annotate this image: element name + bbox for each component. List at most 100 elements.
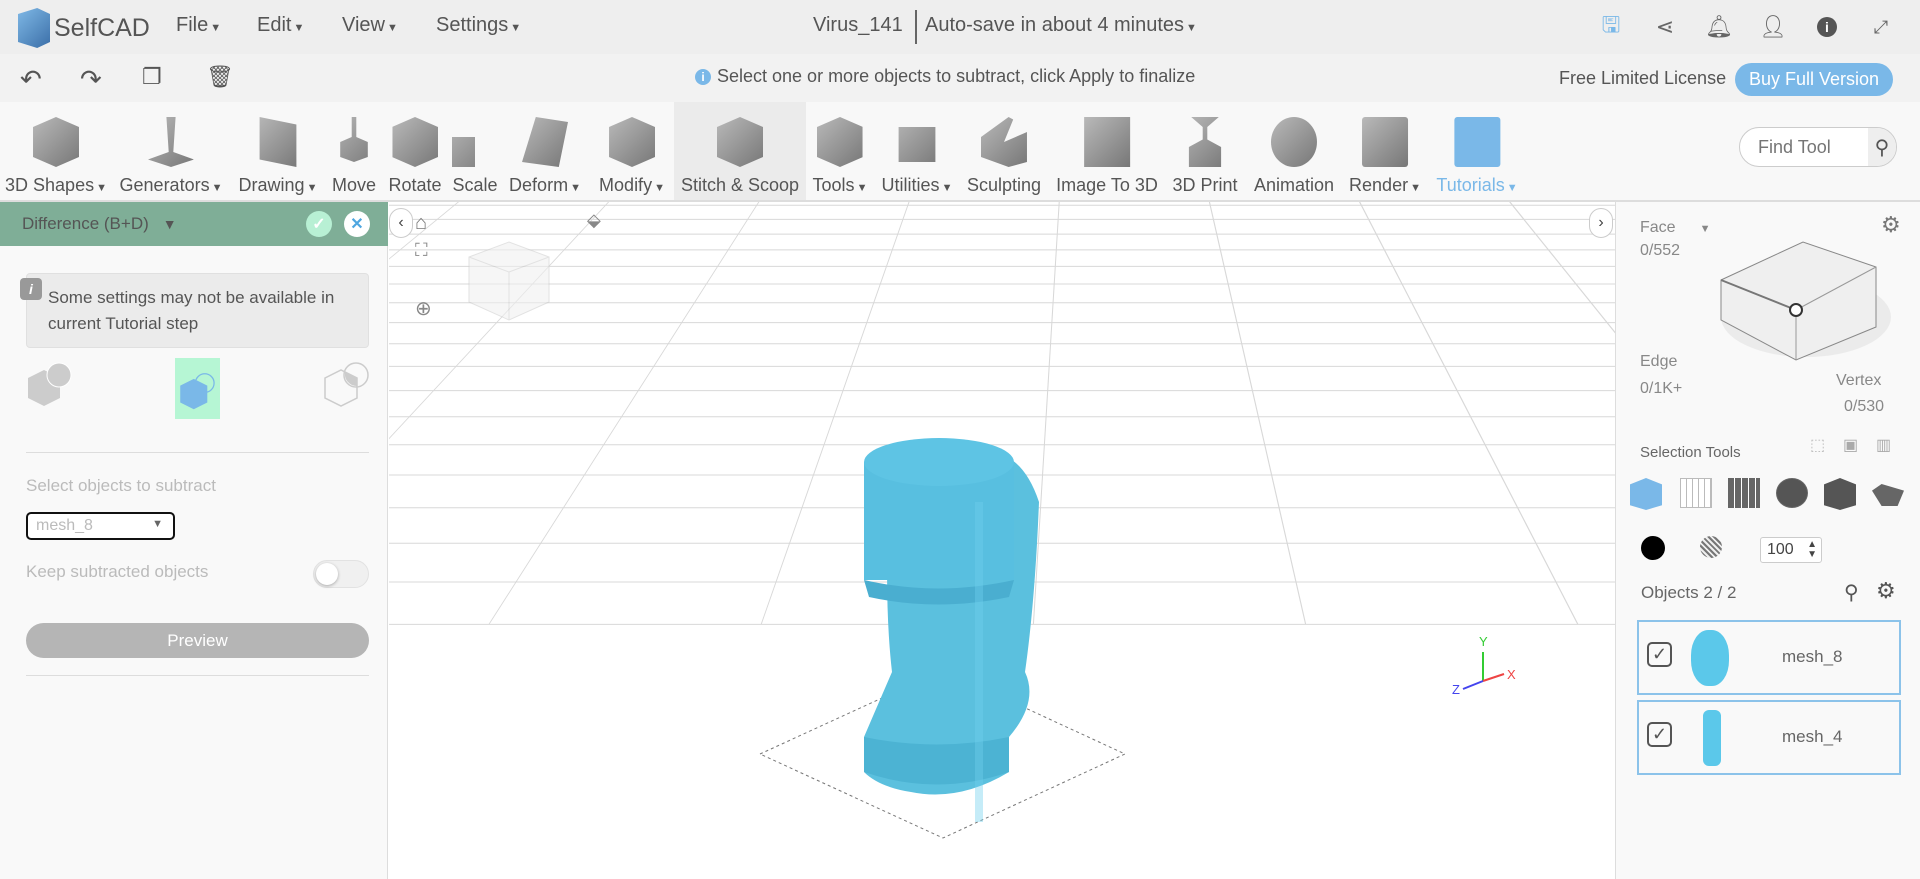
user-icon[interactable]: 👤︎ bbox=[1759, 14, 1787, 40]
visibility-checkbox[interactable]: ✓ bbox=[1647, 642, 1672, 667]
selfcad-logo-icon bbox=[18, 8, 50, 48]
object-list-item[interactable]: ✓ mesh_4 bbox=[1637, 700, 1901, 775]
hint-message: i Select one or more objects to subtract,… bbox=[695, 66, 1195, 87]
deform-icon bbox=[522, 117, 568, 167]
orbit-icon[interactable]: ⊕ bbox=[415, 296, 432, 321]
tool-tools[interactable]: Tools ▼ bbox=[813, 102, 867, 200]
cancel-button[interactable]: ✕ bbox=[344, 211, 370, 237]
utilities-icon bbox=[898, 127, 936, 162]
fullscreen-icon[interactable]: ⤢ bbox=[1868, 14, 1894, 40]
info-icon[interactable]: i bbox=[1814, 14, 1840, 40]
tool-3d-shapes[interactable]: 3D Shapes ▼ bbox=[5, 102, 107, 200]
operation-title[interactable]: Difference (B+D) bbox=[22, 214, 149, 234]
grid-select-icon[interactable] bbox=[1728, 478, 1760, 508]
object-select-icon[interactable] bbox=[1630, 478, 1662, 510]
bell-icon[interactable]: 🔔︎ bbox=[1705, 14, 1733, 40]
tool-sculpting[interactable]: Sculpting bbox=[967, 102, 1041, 200]
selection-mode-cube[interactable] bbox=[1696, 232, 1896, 362]
tool-move[interactable]: Move bbox=[331, 102, 377, 200]
box-select-icon[interactable]: ⬚ bbox=[1810, 435, 1825, 455]
image-icon bbox=[1083, 117, 1130, 167]
tools-icon bbox=[816, 117, 863, 167]
tool-render[interactable]: Render ▼ bbox=[1349, 102, 1421, 200]
menu-file[interactable]: File ▼ bbox=[176, 14, 221, 37]
face-select-icon[interactable] bbox=[1680, 478, 1712, 508]
apply-button[interactable]: ✓ bbox=[306, 211, 332, 237]
find-tool-input[interactable] bbox=[1758, 136, 1868, 158]
3d-viewport[interactable]: Y X Z ‹ › ⌂ ⛶ ⊕ ⬙ bbox=[389, 202, 1615, 879]
mesh-thumbnail bbox=[1703, 710, 1721, 766]
plane-select-icon[interactable] bbox=[1872, 484, 1904, 506]
gear-icon[interactable]: ⚙ bbox=[1876, 578, 1896, 604]
share-icon[interactable]: ⋖ bbox=[1652, 14, 1678, 40]
wireframe-sphere-icon[interactable] bbox=[1700, 536, 1722, 558]
tool-rotate[interactable]: Rotate bbox=[388, 102, 442, 200]
menu-edit[interactable]: Edit ▼ bbox=[257, 14, 304, 37]
menu-settings[interactable]: Settings ▼ bbox=[436, 14, 521, 37]
object-name: mesh_4 bbox=[1782, 727, 1843, 746]
delete-icon[interactable]: 🗑︎ bbox=[206, 64, 234, 90]
union-mode-icon[interactable] bbox=[26, 358, 72, 410]
camera-mode-icon[interactable]: ⬙ bbox=[587, 210, 601, 231]
tutorial-notice: Some settings may not be available in cu… bbox=[26, 273, 369, 348]
info-icon: i bbox=[695, 68, 711, 85]
fit-view-icon[interactable]: ⛶ bbox=[415, 240, 428, 261]
tool-scale[interactable]: Scale bbox=[452, 102, 498, 200]
main-toolbar: 3D Shapes ▼ Generators ▼ Drawing ▼ Move Rot… bbox=[0, 102, 1920, 202]
intersection-mode-icon[interactable] bbox=[323, 358, 369, 410]
opacity-stepper[interactable]: 100 ▲ ▼ bbox=[1760, 537, 1822, 563]
svg-text:X: X bbox=[1507, 667, 1516, 682]
visibility-checkbox[interactable]: ✓ bbox=[1647, 722, 1672, 747]
edge-label[interactable]: Edge bbox=[1640, 353, 1677, 371]
autosave-status[interactable]: Auto-save in about 4 minutes ▼ bbox=[925, 14, 1197, 37]
svg-text:Y: Y bbox=[1479, 634, 1488, 649]
copy-icon[interactable]: ❐ bbox=[142, 64, 162, 90]
axis-gizmo: Y X Z bbox=[1452, 634, 1516, 697]
license-label: Free Limited License bbox=[1559, 68, 1727, 88]
tool-utilities[interactable]: Utilities ▼ bbox=[882, 102, 952, 200]
buy-full-version-button[interactable]: Buy Full Version bbox=[1735, 63, 1893, 96]
keep-subtracted-toggle[interactable] bbox=[313, 560, 369, 588]
save-icon[interactable]: 🖫 bbox=[1598, 12, 1624, 40]
document-title[interactable]: Virus_141 bbox=[813, 14, 903, 37]
animation-icon bbox=[1270, 117, 1317, 167]
tool-deform[interactable]: Deform ▼ bbox=[509, 102, 581, 200]
collapse-left-panel-button[interactable]: ‹ bbox=[389, 208, 413, 238]
redo-icon[interactable]: ↷ bbox=[80, 64, 102, 95]
face-count: 0/552 bbox=[1640, 242, 1681, 259]
find-tool-search[interactable]: ⚲ bbox=[1739, 127, 1897, 167]
tool-generators[interactable]: Generators ▼ bbox=[120, 102, 222, 200]
tool-image-to-3d[interactable]: Image To 3D bbox=[1056, 102, 1158, 200]
tool-animation[interactable]: Animation bbox=[1254, 102, 1334, 200]
tool-tutorials[interactable]: Tutorials ▼ bbox=[1436, 102, 1518, 200]
object-list-item[interactable]: ✓ mesh_8 bbox=[1637, 620, 1901, 695]
solid-select-icon[interactable] bbox=[1824, 478, 1856, 510]
menu-view[interactable]: View ▼ bbox=[342, 14, 398, 37]
collapse-right-panel-button[interactable]: › bbox=[1589, 208, 1613, 238]
mesh-cap bbox=[864, 438, 1014, 486]
search-icon[interactable]: ⚲ bbox=[1844, 580, 1859, 605]
home-view-icon[interactable]: ⌂ bbox=[415, 212, 427, 235]
preview-button[interactable]: Preview bbox=[26, 623, 369, 658]
logo[interactable]: SelfCAD bbox=[18, 8, 150, 48]
tutorial-video-icon bbox=[1454, 117, 1500, 167]
undo-icon[interactable]: ↶ bbox=[20, 64, 42, 95]
mesh-thumbnail bbox=[1691, 630, 1729, 686]
sphere-select-icon[interactable] bbox=[1776, 478, 1808, 508]
dropdown-icon[interactable]: ▼ bbox=[163, 216, 177, 232]
render-icon bbox=[1362, 117, 1408, 167]
select-through-icon[interactable]: ▣ bbox=[1843, 435, 1858, 455]
vertex-label[interactable]: Vertex bbox=[1836, 372, 1881, 390]
operation-panel: Difference (B+D) ▼ ✓ ✕ Some settings may… bbox=[0, 202, 388, 879]
difference-mode-icon bbox=[179, 372, 215, 409]
move-icon bbox=[340, 117, 368, 162]
difference-mode-button[interactable] bbox=[175, 358, 220, 419]
subtract-object-select[interactable]: mesh_8 ▼ bbox=[26, 512, 175, 540]
tool-modify[interactable]: Modify ▼ bbox=[599, 102, 665, 200]
tool-drawing[interactable]: Drawing ▼ bbox=[239, 102, 317, 200]
selection-tools-label: Selection Tools bbox=[1640, 444, 1741, 461]
color-swatch[interactable] bbox=[1641, 536, 1665, 560]
select-all-icon[interactable]: ▥ bbox=[1876, 435, 1891, 455]
tool-3d-print[interactable]: 3D Print bbox=[1172, 102, 1238, 200]
tool-stitch-scoop[interactable]: Stitch & Scoop bbox=[674, 102, 806, 200]
